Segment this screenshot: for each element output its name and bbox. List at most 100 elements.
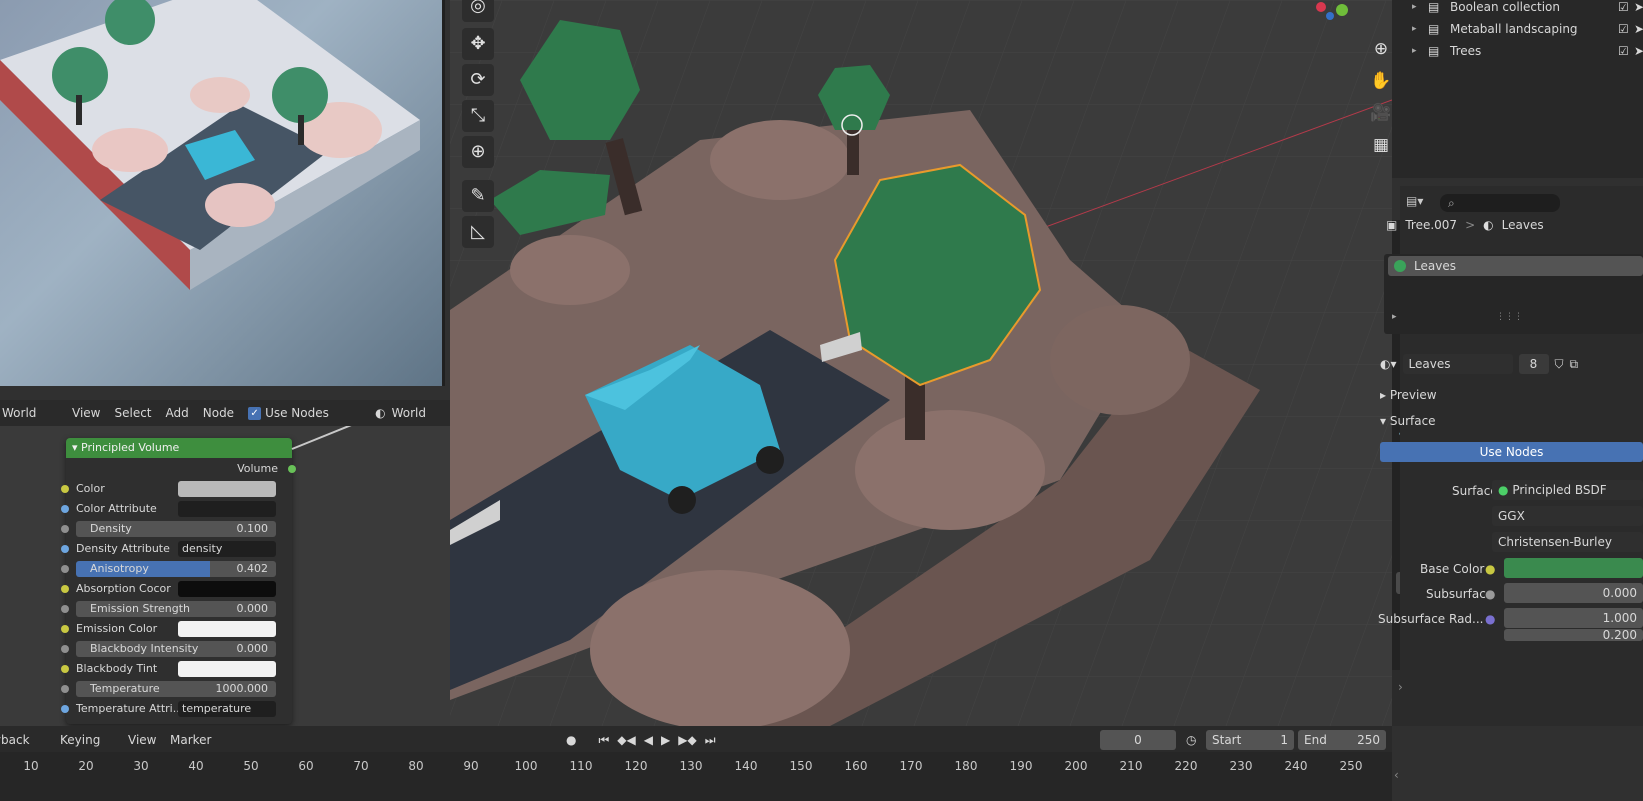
color-swatch[interactable] <box>178 581 276 597</box>
timeline-menu-keying[interactable]: Keying <box>60 730 100 750</box>
add-menu[interactable]: Add <box>166 406 189 420</box>
timeline-menu-marker[interactable]: Marker <box>170 730 211 750</box>
input-socket[interactable] <box>61 505 69 513</box>
visibility-checkbox-icon[interactable]: ☑ <box>1618 40 1629 62</box>
subsurface-radius-socket-icon[interactable]: ● <box>1485 612 1495 626</box>
timeline-ruler[interactable]: 10 20 30 40 50 60 70 80 90 100 110 120 130 140 150 160 1… <box>0 752 1392 801</box>
select-menu[interactable]: Select <box>114 406 151 420</box>
expand-arrow-icon[interactable]: ▸ <box>1412 0 1417 18</box>
output-socket[interactable] <box>288 465 296 473</box>
input-socket[interactable] <box>61 625 69 633</box>
node-menu[interactable]: Node <box>203 406 234 420</box>
color-swatch[interactable] <box>178 481 276 497</box>
subsurface-radius-x[interactable]: 1.000 <box>1504 608 1643 628</box>
visibility-checkbox-icon[interactable]: ☑ <box>1618 18 1629 40</box>
material-type-icon[interactable]: ◐▾ <box>1380 357 1397 371</box>
view-menu[interactable]: View <box>72 406 100 420</box>
param-slider[interactable]: Blackbody Intensity 0.000 <box>76 641 276 657</box>
color-swatch[interactable] <box>178 621 276 637</box>
measure-icon[interactable]: ◺ <box>462 216 494 248</box>
outliner-row[interactable]: ▸ ▤ Boolean collection ☑ ➤ <box>1392 0 1643 18</box>
input-socket[interactable] <box>61 605 69 613</box>
current-frame-field[interactable]: 0 <box>1100 730 1176 750</box>
end-frame-field[interactable]: End 250 <box>1298 730 1386 750</box>
subsurface-socket-icon[interactable]: ● <box>1485 587 1495 601</box>
material-datablock[interactable]: ◐▾ Leaves 8 ⛉ ⧉ <box>1380 354 1643 374</box>
stopwatch-icon[interactable]: ◷ <box>1186 730 1196 750</box>
material-name-field[interactable]: Leaves <box>1402 354 1513 374</box>
timeline-menu-view[interactable]: View <box>128 730 156 750</box>
color-swatch[interactable] <box>178 661 276 677</box>
select-arrow-icon[interactable]: ➤ <box>1634 40 1643 62</box>
camera-icon[interactable]: 🎥 <box>1370 102 1392 124</box>
properties-panel[interactable]: ▤▾ ⌕ ▣ Tree.007 > ◐ Leaves Leaves ▸ ⋮⋮⋮ … <box>1378 186 1643 670</box>
use-nodes-button[interactable]: Use Nodes <box>1380 442 1643 462</box>
surface-shader-field[interactable]: ● Principled BSDF <box>1492 480 1643 500</box>
annotate-icon[interactable]: ✎ <box>462 180 494 212</box>
input-socket[interactable] <box>61 585 69 593</box>
zoom-icon[interactable]: ⊕ <box>1370 38 1392 60</box>
3d-viewport[interactable] <box>450 0 1392 726</box>
visibility-checkbox-icon[interactable]: ☑ <box>1618 0 1629 18</box>
input-socket[interactable] <box>61 525 69 533</box>
record-icon[interactable]: ● <box>566 733 576 747</box>
jump-start-icon[interactable]: ⏮ <box>598 733 609 748</box>
preview-panel-header[interactable]: ▸ Preview <box>1380 388 1437 402</box>
base-color-socket-icon[interactable]: ● <box>1485 562 1495 576</box>
gizmo-dots[interactable] <box>1308 0 1368 22</box>
param-field[interactable] <box>178 501 276 517</box>
outliner-row[interactable]: ▸ ▤ Trees ☑ ➤ <box>1392 40 1643 62</box>
world-menu[interactable]: World <box>2 406 58 420</box>
param-slider[interactable]: Emission Strength 0.000 <box>76 601 276 617</box>
timeline-menu-playback[interactable]: Playback <box>0 730 30 750</box>
expand-arrow-icon[interactable]: ▸ <box>1412 40 1417 62</box>
surface-panel-header[interactable]: ▾ Surface <box>1380 414 1436 428</box>
fake-user-icon[interactable]: ⛉ <box>1555 357 1564 372</box>
material-slot-list[interactable]: Leaves ▸ ⋮⋮⋮ <box>1384 254 1643 334</box>
cursor-icon[interactable]: ◎ <box>462 0 494 22</box>
grid-icon[interactable]: ▦ <box>1370 134 1392 156</box>
param-slider[interactable]: Density 0.100 <box>76 521 276 537</box>
material-users[interactable]: 8 <box>1518 354 1549 374</box>
input-socket[interactable] <box>61 705 69 713</box>
distribution-dropdown[interactable]: GGX <box>1492 506 1643 526</box>
next-keyframe-icon[interactable]: ▶◆ <box>678 733 696 747</box>
editor-type-icon[interactable]: ▤▾ <box>1406 194 1432 212</box>
input-socket[interactable] <box>61 565 69 573</box>
outliner[interactable]: ▸ ▤ Boolean collection ☑ ➤ ▸ ▤ Metaball landsca… <box>1392 0 1643 178</box>
base-color-swatch[interactable] <box>1504 558 1643 578</box>
pan-icon[interactable]: ✋ <box>1370 70 1392 92</box>
input-socket[interactable] <box>61 685 69 693</box>
material-slot[interactable]: Leaves <box>1388 256 1643 276</box>
node-title[interactable]: ▾ Principled Volume <box>66 438 292 458</box>
move-icon[interactable]: ✥ <box>462 28 494 60</box>
use-nodes-toggle[interactable]: ✓ Use Nodes <box>248 406 329 420</box>
param-field[interactable]: density <box>178 541 276 557</box>
subsurface-radius-y[interactable]: 0.200 <box>1504 629 1643 641</box>
param-slider[interactable]: Temperature 1000.000 <box>76 681 276 697</box>
prev-keyframe-icon[interactable]: ◆◀ <box>617 733 635 747</box>
scale-icon[interactable]: ⤡ <box>462 100 494 132</box>
world-selector[interactable]: ◐ World <box>375 406 426 420</box>
properties-search[interactable]: ⌕ <box>1440 194 1560 212</box>
gizmo-y-dot[interactable] <box>1336 4 1348 16</box>
input-socket[interactable] <box>61 665 69 673</box>
play-reverse-icon[interactable]: ◀ <box>644 733 653 747</box>
rotate-icon[interactable]: ⟳ <box>462 64 494 96</box>
select-arrow-icon[interactable]: ➤ <box>1634 0 1643 18</box>
transform-icon[interactable]: ⊕ <box>462 136 494 168</box>
scroll-arrow-icon[interactable]: ‹ <box>1394 768 1399 782</box>
param-slider[interactable]: Anisotropy 0.402 <box>76 561 276 577</box>
jump-end-icon[interactable]: ⏭ <box>705 733 716 748</box>
expand-arrow-icon[interactable]: ▸ <box>1412 18 1417 40</box>
gizmo-z-dot[interactable] <box>1326 12 1334 20</box>
start-frame-field[interactable]: Start 1 <box>1206 730 1294 750</box>
input-socket[interactable] <box>61 485 69 493</box>
expand-arrow-icon[interactable]: ▸ <box>1392 312 1397 322</box>
param-field[interactable]: temperature <box>178 701 276 717</box>
select-arrow-icon[interactable]: ➤ <box>1634 18 1643 40</box>
input-socket[interactable] <box>61 645 69 653</box>
principled-volume-node[interactable]: ▾ Principled Volume Volume Color Color At… <box>61 438 296 724</box>
sss-method-dropdown[interactable]: Christensen-Burley <box>1492 532 1643 552</box>
collapse-arrow-icon[interactable]: › <box>1398 680 1403 694</box>
